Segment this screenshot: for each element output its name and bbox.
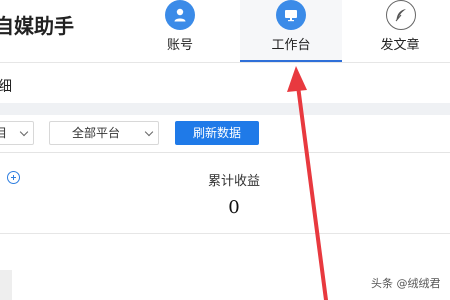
app-title: 自媒助手 <box>0 14 74 38</box>
section-title: 细 <box>0 79 12 95</box>
total-earnings-label: 累计收益 <box>207 174 260 189</box>
nav-tab-publish[interactable]: 发文章 <box>365 0 435 62</box>
nav-tab-workbench-label: 工作台 <box>271 38 311 53</box>
nav-tab-publish-label: 发文章 <box>380 38 420 53</box>
nav-tab-account[interactable]: 账号 <box>150 0 210 62</box>
user-icon <box>165 0 195 30</box>
chevron-down-icon <box>19 127 29 137</box>
filter-bar: 目 全部平台 刷新数据 <box>0 115 450 153</box>
monitor-icon <box>276 0 306 30</box>
chevron-down-icon <box>144 127 154 137</box>
content-placeholder <box>0 270 12 300</box>
watermark-text: 头条 @绒绒君 <box>371 277 441 290</box>
platform-select-value: 全部平台 <box>72 126 121 140</box>
refresh-data-button[interactable]: 刷新数据 <box>175 121 259 145</box>
platform-select[interactable]: 全部平台 <box>49 121 159 145</box>
add-circle-icon[interactable] <box>7 171 20 184</box>
category-select-value: 目 <box>0 126 8 140</box>
feather-icon <box>386 0 416 30</box>
total-earnings-value: 0 <box>228 197 240 218</box>
stats-panel: 累计收益 0 <box>0 153 450 234</box>
top-bar: 自媒助手 账号 工作台 发文章 <box>0 0 450 63</box>
nav-tab-account-label: 账号 <box>166 38 193 53</box>
category-select[interactable]: 目 <box>0 121 34 145</box>
section-header: 细 <box>0 63 450 103</box>
section-divider <box>0 103 450 115</box>
nav-tab-workbench[interactable]: 工作台 <box>240 0 342 62</box>
